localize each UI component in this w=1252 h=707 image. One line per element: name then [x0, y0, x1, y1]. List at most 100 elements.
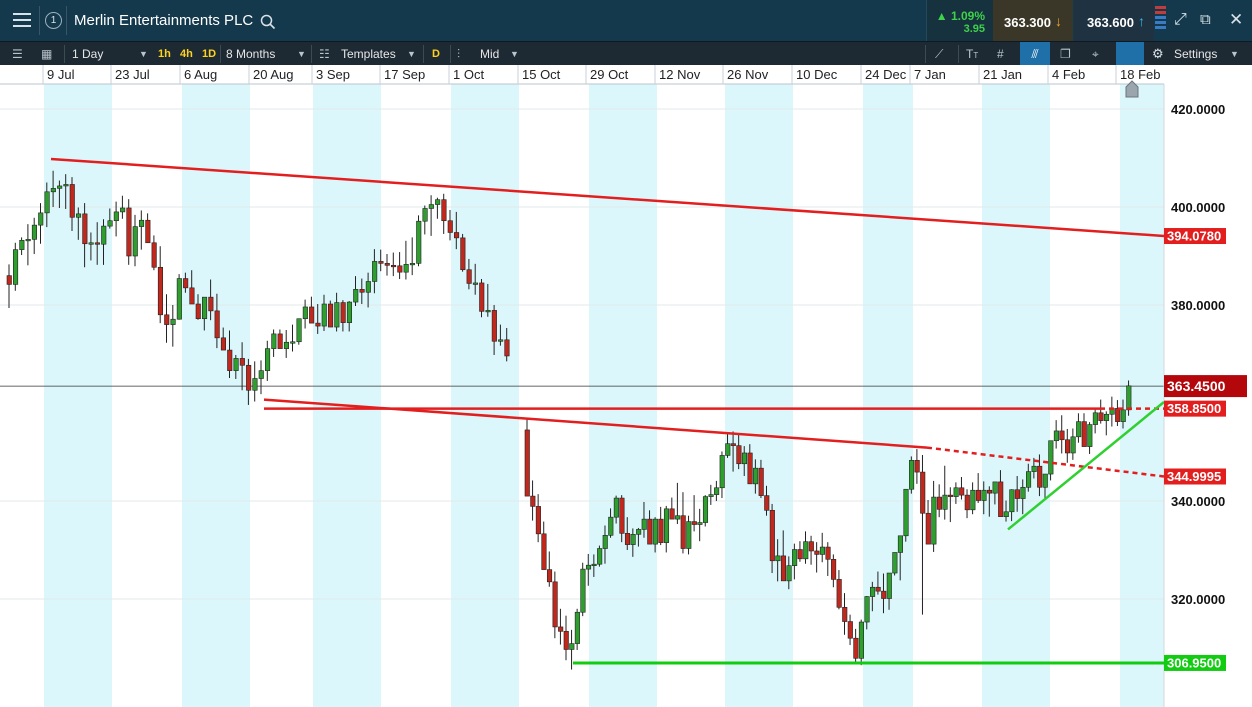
instrument-number-badge[interactable]: 1: [45, 12, 62, 29]
candle-body: [321, 303, 327, 327]
candle-body: [1048, 440, 1054, 475]
depth-icon[interactable]: [1155, 6, 1166, 35]
candle-body: [327, 303, 334, 328]
sell-price: 363.300: [1004, 15, 1051, 30]
crosshair-tool-icon[interactable]: ⫻: [1020, 42, 1050, 66]
candles-icon[interactable]: ⫶: [457, 42, 460, 66]
candle-body: [680, 515, 686, 549]
candle-body: [831, 559, 837, 580]
candle-body: [94, 242, 100, 245]
layout-icon[interactable]: ▦: [41, 42, 52, 66]
templates-icon[interactable]: ☷: [319, 42, 330, 66]
candle-body: [864, 596, 870, 623]
candle-body: [619, 497, 625, 534]
quick-4h[interactable]: 4h: [180, 42, 193, 66]
candle-body: [641, 518, 647, 530]
settings-button[interactable]: Settings: [1174, 42, 1217, 66]
candle-body: [736, 445, 742, 465]
candle-body: [1103, 413, 1110, 421]
chevron-down-icon[interactable]: ▼: [297, 42, 306, 66]
up-arrow-icon: ↑: [1138, 13, 1145, 29]
tag-tool-icon[interactable]: [1116, 42, 1144, 66]
candle-body: [1053, 430, 1059, 442]
chevron-down-icon[interactable]: ▼: [1230, 42, 1239, 66]
candle-body: [959, 487, 965, 496]
search-icon[interactable]: [260, 14, 276, 30]
candle-body: [403, 264, 409, 273]
price-type-select[interactable]: Mid: [480, 42, 499, 66]
candle-body: [69, 184, 75, 218]
candle-body: [290, 341, 296, 344]
expand-icon[interactable]: ⤢: [1174, 11, 1187, 29]
candle-body: [31, 224, 38, 240]
draw-line-icon[interactable]: ⟋: [935, 42, 943, 66]
candle-body: [76, 213, 82, 218]
chevron-down-icon[interactable]: ▼: [407, 42, 416, 66]
candle-body: [340, 302, 346, 323]
candle-body: [1076, 421, 1082, 438]
d-badge[interactable]: D: [432, 42, 440, 66]
chart-toolbar: ☰ ▦ 1 Day ▼ 1h 4h 1D 8 Months ▼ ☷ Templa…: [0, 41, 1252, 66]
change-value: 3.95: [963, 23, 985, 35]
candle-body: [552, 581, 558, 628]
candle-body: [479, 282, 485, 312]
candle-body: [814, 550, 820, 555]
candle-body: [591, 563, 597, 567]
date-band: [863, 84, 913, 707]
candle-body: [504, 339, 510, 357]
copy-icon[interactable]: ❐: [1060, 42, 1071, 66]
candle-body: [176, 278, 182, 320]
candle-body: [636, 529, 642, 535]
candle-body: [725, 443, 731, 456]
interval-select[interactable]: 1 Day: [72, 42, 103, 66]
menu-icon[interactable]: [13, 13, 31, 28]
candle-body: [858, 621, 865, 659]
instrument-title[interactable]: Merlin Entertainments PLC: [74, 12, 253, 29]
sell-button[interactable]: 363.300 ↓: [993, 0, 1073, 41]
y-tick-label: 320.0000: [1171, 592, 1225, 607]
candle-body: [183, 278, 189, 289]
gear-icon[interactable]: ⚙: [1152, 42, 1164, 66]
quick-1h[interactable]: 1h: [158, 42, 171, 66]
chevron-down-icon[interactable]: ▼: [139, 42, 148, 66]
close-icon[interactable]: ✕: [1229, 10, 1243, 30]
candle-body: [472, 282, 479, 285]
candle-body: [541, 533, 547, 570]
price-chart[interactable]: 9 Jul 23 Jul 6 Aug 20 Aug 3 Sep 17 Sep 1 Oct 15…: [0, 65, 1252, 707]
x-tick-label: 21 Jan: [983, 67, 1022, 82]
x-tick-label: 24 Dec: [865, 67, 907, 82]
candle-body: [1070, 436, 1076, 454]
candle-body: [460, 237, 466, 271]
candle-body: [13, 249, 19, 285]
date-band: [982, 84, 1050, 707]
templates-button[interactable]: Templates: [341, 42, 396, 66]
candle-body: [870, 586, 876, 597]
indicator-icon[interactable]: ⌖: [1092, 42, 1099, 66]
candle-body: [88, 242, 94, 245]
buy-button[interactable]: 363.600 ↑: [1074, 0, 1154, 41]
popout-icon[interactable]: ⧉: [1200, 11, 1211, 28]
candle-body: [498, 339, 504, 342]
quick-1d[interactable]: 1D: [202, 42, 216, 66]
candle-body: [563, 631, 569, 650]
buy-price: 363.600: [1087, 15, 1134, 30]
candle-body: [6, 275, 12, 285]
chevron-down-icon[interactable]: ▼: [510, 42, 519, 66]
candle-body: [747, 452, 753, 485]
candle-body: [730, 443, 736, 446]
candle-body: [780, 555, 787, 582]
x-tick-label: 4 Feb: [1052, 67, 1085, 82]
grid-icon[interactable]: #: [997, 42, 1004, 66]
candle-body: [397, 265, 403, 273]
candle-body: [630, 534, 636, 545]
candle-body: [1092, 412, 1098, 425]
candle-body: [372, 261, 378, 282]
candle-body: [113, 211, 119, 222]
list-icon[interactable]: ☰: [12, 42, 23, 66]
range-select[interactable]: 8 Months: [226, 42, 275, 66]
candle-body: [296, 318, 302, 343]
divider: [925, 45, 926, 63]
candle-body: [208, 296, 214, 312]
date-band: [725, 84, 793, 707]
candle-body: [847, 621, 853, 639]
